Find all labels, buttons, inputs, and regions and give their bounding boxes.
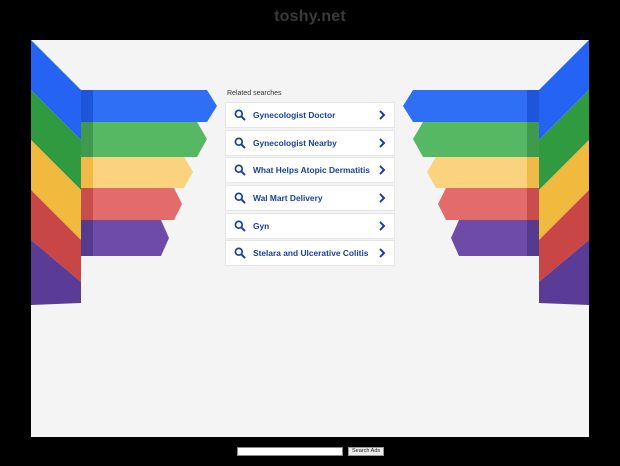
search-icon xyxy=(234,192,246,204)
site-title: toshy.net xyxy=(274,8,346,25)
related-search-label: Gyn xyxy=(253,220,270,231)
search-icon xyxy=(234,109,246,121)
chevron-right-icon xyxy=(379,193,386,203)
related-search-label: Gynecologist Doctor xyxy=(253,110,336,120)
chevron-right-icon xyxy=(379,137,386,148)
related-search-label: Wal Mart Delivery xyxy=(253,193,323,204)
left-arrow-blue xyxy=(81,90,217,122)
parked-page-panel: Related searches Gynecologist Doctor Gyn… xyxy=(31,40,589,437)
related-search-label: What Helps Atopic Dermatitis xyxy=(253,165,370,176)
search-icon xyxy=(234,247,246,260)
right-arrow-blue xyxy=(403,90,539,122)
chevron-right-icon xyxy=(379,165,386,176)
related-search-link[interactable]: Gyn xyxy=(225,212,395,239)
right-arrow-yellow xyxy=(427,157,539,188)
left-arrow-yellow xyxy=(81,157,193,188)
related-searches: Related searches Gynecologist Doctor Gyn… xyxy=(225,89,395,268)
left-arrow-purple xyxy=(81,220,169,256)
related-search-link[interactable]: Stelara and Ulcerative Colitis xyxy=(225,240,395,267)
search-icon xyxy=(234,220,246,232)
right-arrow-green xyxy=(413,122,539,157)
related-search-link[interactable]: What Helps Atopic Dermatitis xyxy=(225,157,395,184)
left-arrow-red xyxy=(81,188,182,220)
related-search-link[interactable]: Gynecologist Doctor xyxy=(225,102,395,128)
search-icon xyxy=(234,164,246,177)
related-search-label: Stelara and Ulcerative Colitis xyxy=(253,248,369,259)
ads-search-bar: Search Ads xyxy=(237,447,385,456)
related-searches-heading: Related searches xyxy=(227,90,282,97)
right-arrow-red xyxy=(438,188,539,220)
related-search-link[interactable]: Gynecologist Nearby xyxy=(225,129,395,156)
related-search-link[interactable]: Wal Mart Delivery xyxy=(225,185,395,212)
chevron-right-icon xyxy=(379,248,386,259)
search-ads-button[interactable]: Search Ads xyxy=(348,447,385,456)
left-arrow-green xyxy=(81,122,207,157)
related-search-label: Gynecologist Nearby xyxy=(253,137,337,148)
search-input[interactable] xyxy=(237,447,343,456)
right-arrow-purple xyxy=(451,220,539,256)
chevron-right-icon xyxy=(379,110,386,120)
search-icon xyxy=(234,137,246,149)
chevron-right-icon xyxy=(379,221,386,231)
